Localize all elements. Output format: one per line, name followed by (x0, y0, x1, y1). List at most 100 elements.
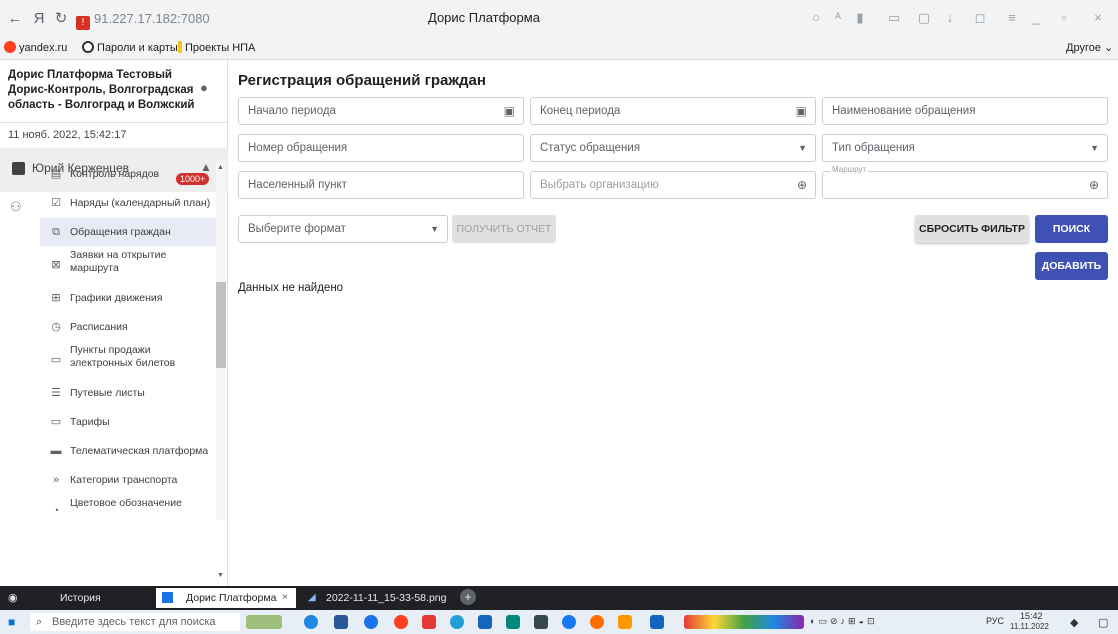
settlement-field[interactable]: Населенный пункт (238, 171, 524, 199)
sidebar-item-label: Категории транспорта (70, 474, 178, 486)
search-icon[interactable]: ⊕ (797, 178, 807, 192)
sidebar-item-waybills[interactable]: ☰ Путевые листы (40, 379, 216, 407)
sidebar-item-orders-calendar[interactable]: ☑ Наряды (календарный план) (40, 189, 216, 217)
current-datetime: 11 нояб. 2022, 15:42:17 (8, 129, 127, 141)
history-icon[interactable]: ◉ (8, 591, 18, 604)
bookmark-passwords[interactable]: Пароли и карты (82, 41, 178, 54)
menu-icon[interactable]: ≡ (1004, 10, 1020, 25)
city-widget-icon[interactable] (246, 615, 282, 629)
appeal-status-select[interactable]: Статус обращения ▼ (530, 134, 816, 162)
chat-icon[interactable]: ○ (808, 10, 824, 25)
add-button[interactable]: ДОБАВИТЬ (1035, 252, 1108, 280)
restore-icon[interactable]: ▫ (1056, 10, 1072, 25)
tabs-icon[interactable]: ▢ (916, 10, 932, 26)
sidebar-item-citizen-appeals[interactable]: ⧉ Обращения граждан (40, 218, 216, 246)
sidebar-item-label: Заявки на открытие маршрута (70, 249, 167, 274)
bookmark-icon[interactable]: ▮ (852, 10, 868, 26)
battery-icon[interactable]: ▭ (886, 10, 902, 26)
download-icon[interactable]: ↓ (942, 10, 958, 25)
history-label[interactable]: История (60, 592, 101, 604)
sidebar-item-route-requests[interactable]: ⊠ Заявки на открытие маршрута (40, 247, 216, 283)
bookmarks-bar: yandex.ru Пароли и карты Проекты НПА Дру… (0, 38, 1118, 60)
sidebar-item-transport-categories[interactable]: » Категории транспорта (40, 466, 216, 494)
minimize-icon[interactable]: _ (1028, 10, 1044, 25)
bookmark-yandex[interactable]: yandex.ru (4, 41, 67, 54)
tray-status-icon[interactable]: ◐▭⊘♪⊞◒⊡ (810, 616, 960, 627)
notification-center-icon[interactable]: ▢ (1098, 616, 1108, 629)
field-placeholder: Тип обращения (832, 142, 915, 154)
people-icon[interactable]: ⚇ (10, 199, 22, 215)
facebook-icon[interactable] (562, 615, 576, 629)
sidebar-item-label: Расписания (70, 321, 128, 333)
sidebar-item-timetables[interactable]: ◷ Расписания (40, 313, 216, 341)
chrome-icon[interactable] (364, 615, 378, 629)
reload-icon[interactable]: ↻ (52, 10, 70, 28)
format-select[interactable]: Выберите формат ▼ (238, 215, 448, 243)
browser-icon[interactable] (304, 615, 318, 629)
location-pin-icon[interactable]: ● (200, 80, 208, 95)
sidebar-divider (0, 122, 228, 123)
extensions-icon[interactable]: ◻ (972, 10, 988, 26)
sidebar-item-color-coding[interactable]: ◔ Цветовое обозначение (40, 495, 216, 517)
language-indicator[interactable]: РУС (986, 616, 1004, 626)
yandex-browser-icon[interactable] (394, 615, 408, 629)
dropdown-arrow-icon[interactable]: ▼ (430, 224, 439, 234)
sidebar-item-tariffs[interactable]: ▭ Тарифы (40, 408, 216, 436)
back-icon[interactable]: ← (6, 10, 24, 28)
folder-icon (178, 41, 182, 53)
calendar-icon[interactable]: ▣ (796, 104, 807, 118)
get-report-button[interactable]: ПОЛУЧИТЬ ОТЧЕТ (452, 215, 556, 243)
tab-label: 2022-11-11_15-33-58.png (326, 592, 447, 604)
dropdown-arrow-icon[interactable]: ▼ (1090, 143, 1099, 153)
windows-start-icon[interactable]: ■ (8, 615, 15, 629)
sidebar-item-ticket-points[interactable]: ▭ Пункты продажи электронных билетов (40, 342, 216, 378)
app3-icon[interactable] (618, 615, 632, 629)
new-tab-icon[interactable]: + (460, 589, 476, 605)
yandex-icon[interactable]: Я (30, 10, 48, 28)
calculator-icon[interactable] (478, 615, 492, 629)
field-placeholder: Статус обращения (540, 142, 641, 154)
address-bar[interactable]: ! 91.227.17.182:7080 (76, 9, 236, 30)
yandex-y-icon[interactable] (422, 615, 436, 629)
palette-icon: ◔ (52, 505, 60, 517)
photos-icon[interactable] (650, 615, 664, 629)
reset-filter-button[interactable]: СБРОСИТЬ ФИЛЬТР (915, 215, 1029, 243)
tab-close-icon[interactable]: × (282, 591, 288, 603)
taskbar-search[interactable]: ⌕ Введите здесь текст для поиска (30, 613, 240, 631)
calendar-icon[interactable]: ▣ (504, 104, 515, 118)
tariff-icon: ▭ (50, 416, 62, 428)
appeal-type-select[interactable]: Тип обращения ▼ (822, 134, 1108, 162)
appeal-name-field[interactable]: Наименование обращения (822, 97, 1108, 125)
word-icon[interactable] (334, 615, 348, 629)
bookmark-other[interactable]: Другое ⌄ (1066, 41, 1113, 54)
period-end-field[interactable]: Конец периода ▣ (530, 97, 816, 125)
appeal-number-field[interactable]: Номер обращения (238, 134, 524, 162)
app-icon[interactable] (506, 615, 520, 629)
organization-field[interactable]: Выбрать организацию ⊕ (530, 171, 816, 199)
bookmark-projects[interactable]: Проекты НПА (178, 41, 255, 54)
route-field[interactable]: Маршрут ⊕ (822, 165, 1108, 199)
sidebar-item-orders-control[interactable]: ▤ Контроль нарядов (40, 160, 216, 188)
tab-doris[interactable]: Дорис Платформа × (156, 588, 296, 608)
sidebar-item-telematics[interactable]: ▬ Телематическая платформа (40, 437, 216, 465)
monitor-app-icon[interactable] (534, 615, 548, 629)
scroll-up-icon[interactable]: ▲ (217, 164, 224, 171)
search-icon[interactable]: ⊕ (1089, 178, 1099, 192)
scroll-down-icon[interactable]: ▼ (217, 572, 224, 579)
sidebar-item-schedules-graphs[interactable]: ⊞ Графики движения (40, 284, 216, 312)
sidebar-scrollbar-thumb[interactable] (216, 282, 226, 368)
search-button[interactable]: ПОИСК (1035, 215, 1108, 243)
period-start-field[interactable]: Начало периода ▣ (238, 97, 524, 125)
field-caption: Маршрут (830, 165, 869, 174)
clock-date[interactable]: 11.11.2022 (1010, 622, 1049, 631)
weather-icon[interactable]: ◆ (1070, 616, 1078, 629)
telegram-icon[interactable] (450, 615, 464, 629)
close-icon[interactable]: × (1090, 10, 1106, 25)
clock-time[interactable]: 15:42 (1020, 611, 1043, 621)
tray-apps-icon[interactable] (684, 615, 804, 629)
dropdown-arrow-icon[interactable]: ▼ (798, 143, 807, 153)
app2-icon[interactable] (590, 615, 604, 629)
tab-file[interactable]: ◢ 2022-11-11_15-33-58.png (300, 588, 456, 608)
translate-icon[interactable]: ᴬ (830, 10, 846, 25)
sidebar-item-label: Путевые листы (70, 387, 145, 399)
